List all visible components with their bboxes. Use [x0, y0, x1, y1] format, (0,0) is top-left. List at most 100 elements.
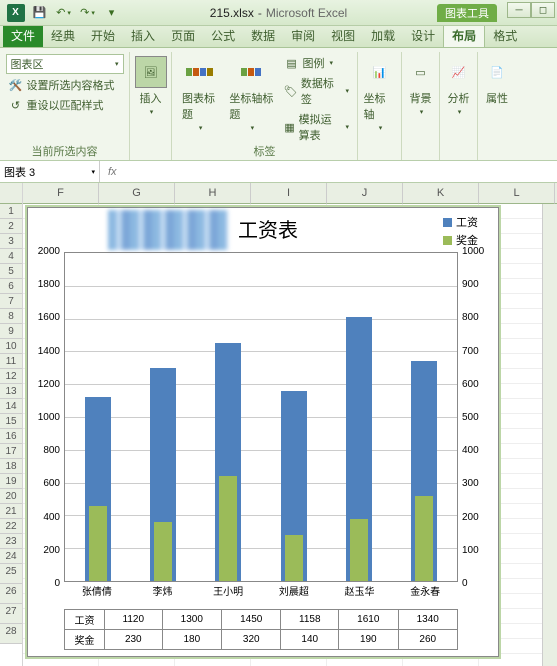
tab-format[interactable]: 格式: [485, 24, 525, 47]
name-box-value: 图表 3: [4, 164, 35, 180]
data-table-button[interactable]: ▦模拟运算表▾: [282, 110, 351, 144]
primary-y-axis[interactable]: 0200400600800100012001400160018002000: [28, 252, 64, 582]
properties-button[interactable]: 📄 属性: [477, 54, 517, 108]
minimize-button[interactable]: ─: [507, 2, 531, 18]
restore-button[interactable]: ◻: [531, 2, 555, 18]
legend-button[interactable]: ▤图例▾: [282, 54, 336, 72]
group-label-selection: 当前所选内容: [0, 143, 129, 159]
analysis-icon: 📈: [443, 56, 475, 88]
row-headers[interactable]: 1234567891011121314151617181920212223242…: [0, 183, 23, 666]
quick-access-toolbar: X 💾 ↶▾ ↷▾ ▾: [0, 3, 124, 23]
properties-label: 属性: [486, 90, 508, 106]
tab-page[interactable]: 页面: [163, 24, 203, 47]
chart-element-value: 图表区: [11, 56, 44, 72]
blurred-region: [108, 210, 228, 250]
app-name: Microsoft Excel: [266, 6, 347, 20]
column-headers[interactable]: FGHIJKLM: [23, 183, 557, 204]
picture-icon: 🖼: [135, 56, 167, 88]
filename: 215.xlsx: [210, 6, 254, 20]
tab-file[interactable]: 文件: [3, 24, 43, 47]
data-labels-button[interactable]: 🏷数据标签▾: [282, 74, 351, 108]
vertical-scrollbar[interactable]: [542, 204, 557, 666]
format-selection-button[interactable]: 🛠️ 设置所选内容格式: [6, 76, 117, 94]
axes-icon: 📊: [364, 56, 396, 88]
chart-title-text[interactable]: 工资表: [238, 214, 298, 243]
background-icon: ▭: [405, 56, 437, 88]
background-label: 背景: [410, 90, 432, 106]
gear-brush-icon: 🛠️: [8, 77, 24, 93]
group-label-labels: 标签: [172, 143, 357, 159]
tab-insert[interactable]: 插入: [123, 24, 163, 47]
tab-design[interactable]: 设计: [403, 24, 443, 47]
tab-home[interactable]: 开始: [83, 24, 123, 47]
chart-legend[interactable]: 工资 奖金: [443, 214, 478, 250]
data-labels-label: 数据标签: [301, 75, 341, 107]
reset-style-label: 重设以匹配样式: [27, 97, 104, 113]
ribbon-group-labels: 图表标题▾ 坐标轴标题▾ ▤图例▾ 🏷数据标签▾ ▦模拟运算表▾ 标签: [172, 52, 358, 160]
chart-title-icon: [184, 56, 216, 88]
axes-label: 坐标轴: [364, 90, 396, 122]
plot-area[interactable]: [64, 252, 458, 582]
chart-data-table[interactable]: 工资112013001450115816101340奖金230180320140…: [64, 609, 458, 650]
legend-label-salary: 工资: [456, 214, 478, 230]
redo-icon[interactable]: ↷▾: [76, 3, 100, 23]
ribbon-group-properties: 📄 属性: [478, 52, 516, 160]
reset-style-button[interactable]: ↺ 重设以匹配样式: [6, 96, 106, 114]
data-labels-icon: 🏷: [284, 83, 298, 99]
ribbon-group-background: ▭背景▾: [402, 52, 440, 160]
dropdown-icon: ▾: [115, 60, 119, 68]
worksheet[interactable]: 1234567891011121314151617181920212223242…: [0, 183, 557, 666]
ribbon-group-analysis: 📈分析▾: [440, 52, 478, 160]
background-button[interactable]: ▭背景▾: [401, 54, 441, 118]
legend-label: 图例: [303, 55, 325, 71]
window-controls: ─ ◻: [507, 2, 555, 18]
chart-title-label: 图表标题: [182, 90, 217, 122]
embedded-chart[interactable]: 工资表 工资 奖金 020040060080010001200140016001…: [27, 207, 499, 657]
tab-data[interactable]: 数据: [243, 24, 283, 47]
axis-title-label: 坐标轴标题: [229, 90, 273, 122]
dropdown-icon: ▾: [150, 108, 154, 116]
ribbon-group-axes: 📊坐标轴▾: [358, 52, 402, 160]
ribbon-group-selection: 图表区 ▾ 🛠️ 设置所选内容格式 ↺ 重设以匹配样式 当前所选内容: [0, 52, 130, 160]
formula-input[interactable]: [125, 161, 557, 182]
analysis-label: 分析: [448, 90, 470, 106]
dropdown-icon: ▾: [91, 168, 95, 176]
tab-layout[interactable]: 布局: [443, 23, 485, 47]
x-axis-labels[interactable]: 张倩倩李炜王小明刘晨超赵玉华金永春: [64, 583, 458, 598]
data-table-label: 模拟运算表: [299, 111, 341, 143]
excel-icon[interactable]: X: [4, 3, 28, 23]
reset-icon: ↺: [8, 97, 24, 113]
secondary-y-axis[interactable]: 01002003004005006007008009001000: [458, 252, 498, 582]
tab-addins[interactable]: 加载: [363, 24, 403, 47]
name-box[interactable]: 图表 3 ▾: [0, 161, 100, 182]
tab-formula[interactable]: 公式: [203, 24, 243, 47]
axes-button[interactable]: 📊坐标轴▾: [360, 54, 400, 134]
fx-icon[interactable]: fx: [100, 166, 125, 178]
insert-label: 插入: [140, 90, 162, 106]
tab-view[interactable]: 视图: [323, 24, 363, 47]
analysis-button[interactable]: 📈分析▾: [439, 54, 479, 118]
ribbon-tabs: 文件 经典 开始 插入 页面 公式 数据 审阅 视图 加载 设计 布局 格式: [0, 26, 557, 48]
qat-customize-icon[interactable]: ▾: [100, 3, 124, 23]
insert-button[interactable]: 🖼 插入 ▾: [131, 54, 171, 118]
data-table-icon: ▦: [284, 119, 296, 135]
legend-swatch-salary: [443, 218, 452, 227]
tab-classic[interactable]: 经典: [43, 24, 83, 47]
formula-bar: 图表 3 ▾ fx: [0, 161, 557, 183]
tab-review[interactable]: 审阅: [283, 24, 323, 47]
chart-title-button[interactable]: 图表标题▾: [178, 54, 221, 144]
undo-icon[interactable]: ↶▾: [52, 3, 76, 23]
format-selection-label: 设置所选内容格式: [27, 77, 115, 93]
legend-icon: ▤: [284, 55, 300, 71]
chart-element-selector[interactable]: 图表区 ▾: [6, 54, 124, 74]
save-icon[interactable]: 💾: [28, 3, 52, 23]
axis-title-button[interactable]: 坐标轴标题▾: [225, 54, 277, 144]
grid-body[interactable]: 工资表 工资 奖金 020040060080010001200140016001…: [23, 204, 557, 666]
ribbon: 图表区 ▾ 🛠️ 设置所选内容格式 ↺ 重设以匹配样式 当前所选内容 🖼 插入 …: [0, 48, 557, 161]
chart-tools-label: 图表工具: [437, 4, 497, 22]
legend-swatch-bonus: [443, 236, 452, 245]
titlebar: X 💾 ↶▾ ↷▾ ▾ 215.xlsx - Microsoft Excel 图…: [0, 0, 557, 26]
properties-icon: 📄: [481, 56, 513, 88]
window-title: 215.xlsx - Microsoft Excel: [210, 6, 347, 20]
axis-title-icon: [235, 56, 267, 88]
